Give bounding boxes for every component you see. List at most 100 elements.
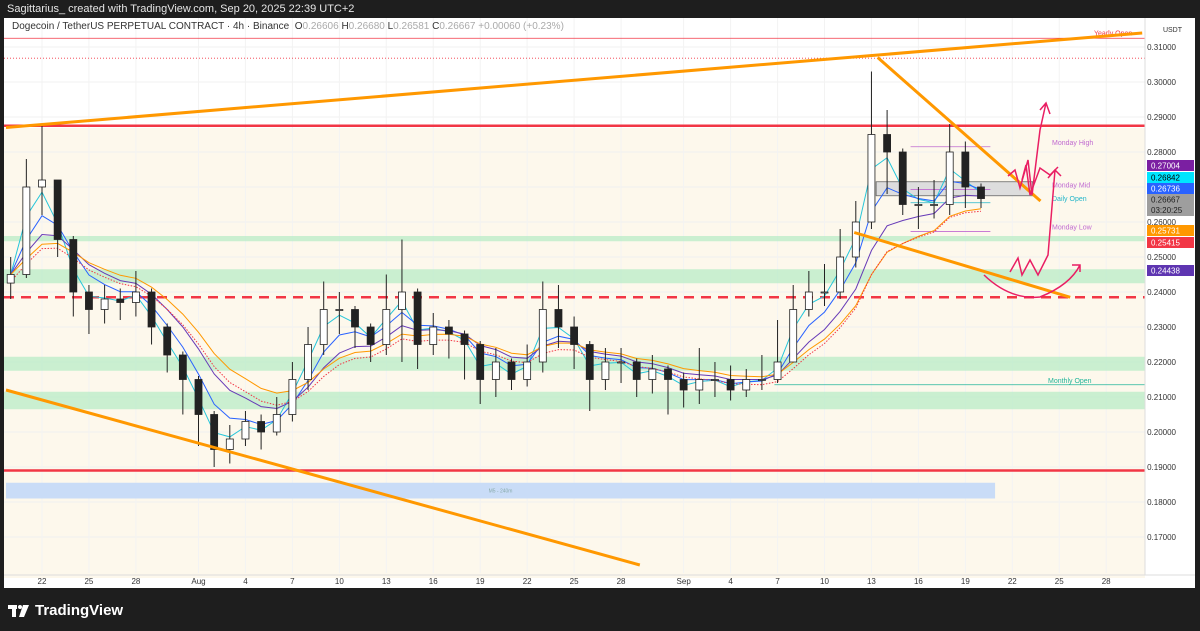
candle-body [163,326,172,356]
price-tag-value: 0.25731 [1151,227,1180,236]
candle-body [351,309,359,328]
x-tick-label: 22 [523,577,532,586]
candle-body [335,309,344,311]
y-tick-label: 0.28000 [1147,148,1176,157]
candle-body [679,379,688,391]
candle-body [382,309,391,345]
x-tick-label: 10 [820,577,829,586]
y-tick-label: 0.20000 [1147,428,1176,437]
session-level-label: Monday Mid [1052,182,1090,189]
candle-body [491,361,500,380]
candle-body [147,291,156,328]
x-tick-label: 19 [961,577,970,586]
candle-body [883,134,891,153]
candle-body [554,309,563,328]
price-tag-value: 0.26842 [1151,174,1180,183]
candle-body [977,186,985,199]
price-tag-countdown: 03:20:25 [1151,206,1183,215]
y-tick-label: 0.22000 [1147,358,1176,367]
candle-body [194,379,203,415]
open-label: O [294,21,303,32]
candle-body [116,298,125,303]
x-tick-label: 4 [243,577,248,586]
candle-body [664,368,672,380]
price-chart[interactable]: M5 - 240mYearly OpenMonday HighMonday Mi… [4,18,1195,588]
candle-body [304,344,312,380]
candle-body [632,361,641,380]
credit-bar: Sagittarius_ created with TradingView.co… [0,0,1200,18]
candle-body [804,291,813,310]
candle-body [507,361,516,380]
candle-body [38,179,46,188]
candle-body [85,291,93,310]
change-value: +0.00060 (+0.23%) [478,21,564,32]
y-tick-label: 0.21000 [1147,393,1176,402]
x-tick-label: 22 [1008,577,1017,586]
htf-zone-label: M5 - 240m [489,489,513,495]
x-tick-label: 19 [476,577,485,586]
open-value: 0.26606 [302,21,339,32]
candle-body [69,239,78,293]
y-tick-label: 0.18000 [1147,498,1176,507]
candle-body [429,326,438,345]
x-tick-label: Sep [677,577,692,586]
y-tick-label: 0.24000 [1147,288,1176,297]
credit-text: Sagittarius_ created with TradingView.co… [7,3,355,15]
candle-body [711,379,719,381]
candle-body [272,414,281,433]
y-tick-label: 0.23000 [1147,323,1176,332]
x-tick-label: 13 [867,577,876,586]
price-tag-value: 0.24438 [1151,267,1180,276]
candle-body [820,291,829,294]
candle-body [836,256,845,293]
x-tick-label: 25 [570,577,579,586]
candle-body [53,179,62,240]
high-value: 0.26680 [348,21,385,32]
candle-body [961,151,970,188]
tradingview-logo[interactable]: TradingView [8,602,123,619]
candle-body [241,421,250,440]
candle-body [695,379,704,391]
price-tag-value: 0.27004 [1151,162,1180,171]
x-tick-label: 13 [382,577,391,586]
candle-body [758,379,766,381]
candle-body [773,361,782,380]
candle-body [648,368,657,380]
high-label: H [341,21,349,32]
low-value: 0.26581 [393,21,430,32]
price-tag-value: 0.26667 [1151,196,1180,205]
candle-body [398,291,406,310]
x-tick-label: 28 [617,577,626,586]
candle-body [585,344,594,380]
symbol-legend: Dogecoin / TetherUS PERPETUAL CONTRACT ·… [12,21,564,32]
y-tick-label: 0.17000 [1147,533,1176,542]
candle-body [930,204,938,206]
candle-body [178,354,187,380]
y-tick-label: 0.30000 [1147,78,1176,87]
candle-body [914,204,923,206]
x-tick-label: 10 [335,577,344,586]
session-level-label: Monday High [1052,140,1093,147]
candle-body [319,309,328,345]
brand-name: TradingView [35,602,124,619]
x-tick-label: 28 [131,577,140,586]
session-level-label: Daily Open [1052,196,1087,203]
session-level-label: Monday Low [1052,224,1093,231]
footer: TradingView [0,588,1200,631]
x-tick-label: 28 [1102,577,1111,586]
x-tick-label: 4 [728,577,733,586]
candle-body [6,274,15,284]
x-tick-label: 16 [429,577,438,586]
y-tick-label: 0.19000 [1147,463,1176,472]
candle-body [617,361,625,364]
candle-body [570,326,578,345]
candle-body [210,414,219,450]
y-tick-label: 0.29000 [1147,113,1176,122]
candle-body [601,361,610,380]
candle-body [867,134,876,223]
candle-body [413,291,422,345]
symbol-title: Dogecoin / TetherUS PERPETUAL CONTRACT ·… [12,21,290,32]
x-tick-label: Aug [191,577,205,586]
chart-area[interactable]: M5 - 240m Yearly Open Monday High Monday Mi… [4,18,1195,588]
candle-body [538,309,547,363]
